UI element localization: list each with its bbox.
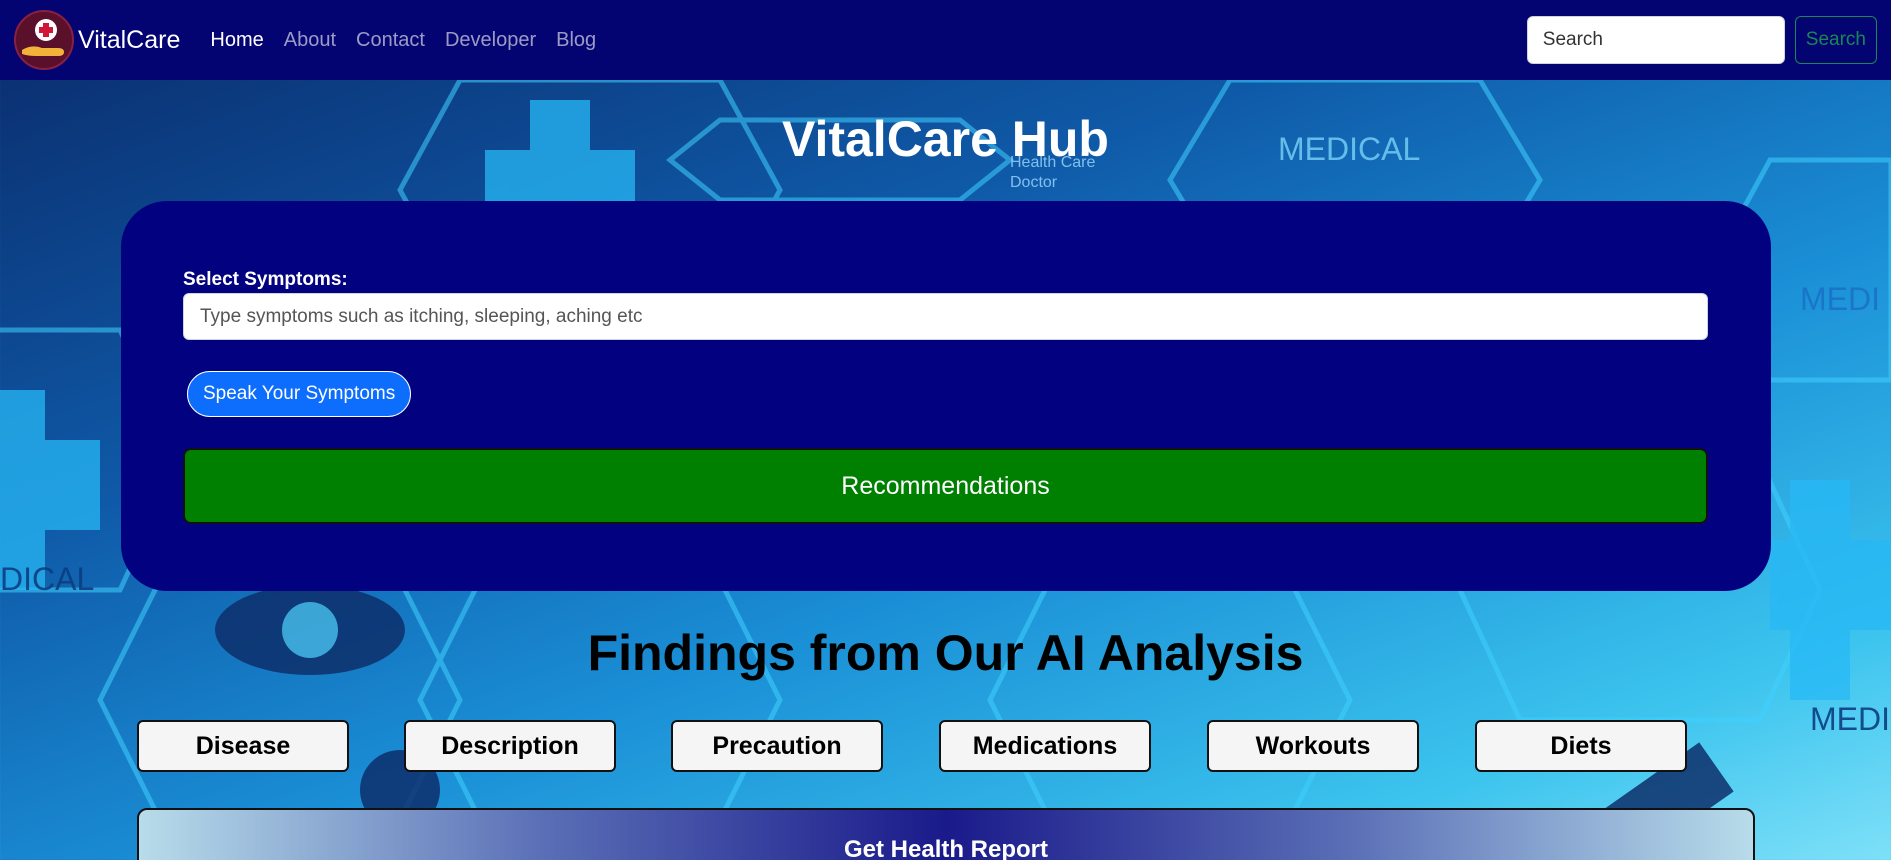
nav-link-blog[interactable]: Blog xyxy=(556,29,596,52)
medical-hand-logo-icon xyxy=(14,10,74,70)
symptoms-input[interactable] xyxy=(183,293,1708,340)
tab-medications[interactable]: Medications xyxy=(939,720,1151,772)
tab-precaution[interactable]: Precaution xyxy=(671,720,883,772)
bg-label-medical-3: DICAL xyxy=(0,561,94,597)
findings-tabs: Disease Description Precaution Medicatio… xyxy=(0,720,1891,774)
nav-link-developer[interactable]: Developer xyxy=(445,29,536,52)
nav-link-about[interactable]: About xyxy=(284,29,336,52)
bg-label-medical-2: MEDI xyxy=(1800,281,1880,317)
symptoms-label: Select Symptoms: xyxy=(183,269,348,290)
symptom-form-card: Select Symptoms: Speak Your Symptoms Rec… xyxy=(121,201,1771,591)
search-input[interactable] xyxy=(1526,16,1785,64)
tab-diets[interactable]: Diets xyxy=(1475,720,1687,772)
nav-link-home[interactable]: Home xyxy=(210,29,263,52)
findings-title: Findings from Our AI Analysis xyxy=(587,625,1304,681)
brand-name: VitalCare xyxy=(78,25,181,54)
nav-search: Search xyxy=(1526,16,1877,64)
top-navbar: VitalCare Home About Contact Developer B… xyxy=(0,0,1891,80)
search-button[interactable]: Search xyxy=(1794,16,1877,64)
brand-link[interactable]: VitalCare xyxy=(14,10,180,70)
tab-workouts[interactable]: Workouts xyxy=(1207,720,1419,772)
tab-description[interactable]: Description xyxy=(404,720,616,772)
get-health-report-button[interactable]: Get Health Report xyxy=(137,808,1755,860)
speak-symptoms-button[interactable]: Speak Your Symptoms xyxy=(187,371,412,417)
bg-label-doctor: Doctor xyxy=(1010,174,1058,191)
page-title: VitalCare Hub xyxy=(782,111,1109,167)
nav-links: Home About Contact Developer Blog xyxy=(210,29,616,52)
nav-link-contact[interactable]: Contact xyxy=(356,29,425,52)
tab-disease[interactable]: Disease xyxy=(137,720,349,772)
recommendations-button[interactable]: Recommendations xyxy=(183,448,1708,524)
